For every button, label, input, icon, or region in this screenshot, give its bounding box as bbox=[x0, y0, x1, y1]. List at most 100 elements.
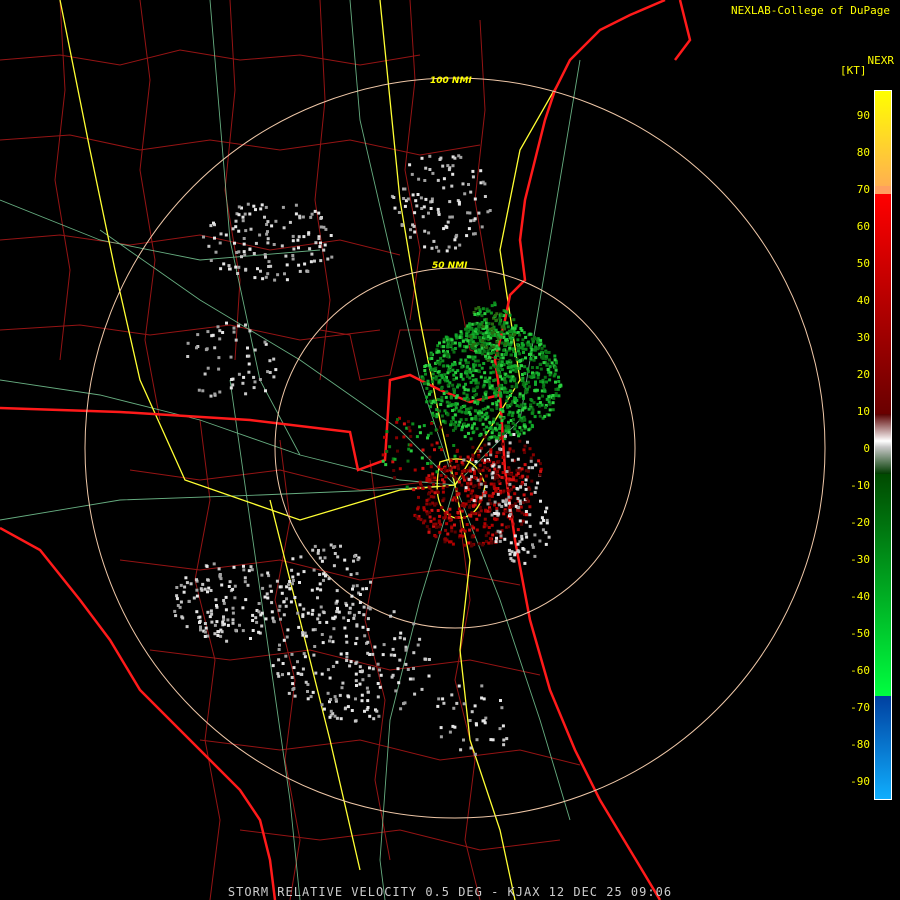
velocity-pixel bbox=[492, 420, 495, 424]
velocity-pixel bbox=[494, 488, 498, 492]
velocity-pixel bbox=[466, 494, 470, 498]
velocity-pixel bbox=[270, 224, 274, 228]
velocity-pixel bbox=[270, 601, 274, 605]
velocity-pixel bbox=[432, 522, 436, 526]
velocity-pixel bbox=[424, 166, 428, 170]
velocity-pixel bbox=[423, 369, 427, 372]
velocity-pixel bbox=[539, 469, 543, 473]
velocity-pixel bbox=[484, 431, 488, 435]
velocity-pixel bbox=[487, 442, 491, 446]
velocity-pixel bbox=[437, 465, 441, 469]
velocity-pixel bbox=[553, 354, 557, 358]
velocity-pixel bbox=[433, 476, 437, 480]
velocity-pixel bbox=[518, 392, 522, 396]
velocity-pixel bbox=[500, 523, 504, 527]
velocity-pixel bbox=[464, 489, 468, 493]
velocity-pixel bbox=[423, 179, 427, 182]
velocity-pixel bbox=[475, 738, 479, 742]
velocity-pixel bbox=[495, 451, 499, 455]
velocity-pixel bbox=[312, 568, 316, 572]
velocity-pixel bbox=[484, 390, 488, 394]
velocity-pixel bbox=[335, 610, 339, 614]
velocity-pixel bbox=[478, 434, 482, 437]
velocity-pixel bbox=[495, 403, 499, 407]
velocity-pixel bbox=[532, 358, 536, 362]
velocity-pixel bbox=[470, 338, 474, 342]
velocity-pixel bbox=[463, 435, 467, 439]
velocity-pixel bbox=[178, 605, 182, 609]
velocity-pixel bbox=[484, 509, 488, 513]
velocity-pixel bbox=[298, 269, 302, 273]
velocity-pixel bbox=[291, 557, 295, 561]
velocity-pixel bbox=[504, 434, 507, 438]
velocity-pixel bbox=[544, 542, 548, 546]
velocity-pixel bbox=[259, 207, 263, 211]
velocity-pixel bbox=[323, 556, 327, 560]
velocity-pixel bbox=[484, 491, 488, 495]
velocity-pixel bbox=[371, 652, 375, 656]
velocity-pixel bbox=[526, 440, 529, 444]
velocity-pixel bbox=[244, 598, 248, 602]
velocity-pixel bbox=[343, 558, 347, 562]
velocity-pixel bbox=[281, 662, 285, 665]
velocity-pixel bbox=[480, 684, 484, 688]
velocity-pixel bbox=[518, 439, 522, 443]
velocity-pixel bbox=[249, 227, 253, 231]
velocity-pixel bbox=[313, 645, 317, 648]
velocity-pixel bbox=[209, 224, 213, 228]
velocity-pixel bbox=[536, 373, 540, 377]
velocity-pixel bbox=[200, 588, 204, 592]
velocity-pixel bbox=[290, 652, 294, 656]
velocity-pixel bbox=[557, 394, 561, 398]
velocity-pixel bbox=[213, 632, 217, 636]
velocity-pixel bbox=[413, 692, 417, 696]
velocity-pixel bbox=[506, 403, 509, 407]
velocity-pixel bbox=[464, 382, 467, 386]
velocity-pixel bbox=[301, 667, 305, 671]
velocity-pixel bbox=[455, 450, 459, 453]
velocity-pixel bbox=[520, 428, 524, 432]
velocity-pixel bbox=[501, 499, 505, 503]
velocity-pixel bbox=[411, 193, 415, 197]
colorbar-tick: 20 bbox=[856, 368, 870, 381]
velocity-pixel bbox=[475, 386, 479, 390]
velocity-pixel bbox=[416, 507, 420, 511]
velocity-pixel bbox=[242, 568, 246, 572]
velocity-pixel bbox=[328, 639, 331, 643]
velocity-pixel bbox=[358, 593, 362, 596]
velocity-pixel bbox=[173, 609, 177, 613]
velocity-pixel bbox=[424, 197, 428, 201]
radar-map[interactable]: 100 NMI 50 NMI bbox=[0, 0, 900, 900]
velocity-pixel bbox=[205, 564, 209, 568]
velocity-pixel bbox=[476, 342, 480, 346]
velocity-pixel bbox=[465, 393, 469, 397]
velocity-pixel bbox=[257, 602, 261, 605]
velocity-pixel bbox=[233, 584, 237, 588]
velocity-pixel bbox=[249, 565, 253, 569]
velocity-pixel bbox=[414, 199, 418, 203]
velocity-pixel bbox=[226, 623, 230, 627]
velocity-pixel bbox=[310, 252, 314, 256]
velocity-pixel bbox=[430, 200, 434, 204]
velocity-pixel bbox=[349, 573, 353, 577]
velocity-pixel bbox=[507, 501, 511, 505]
velocity-pixel bbox=[506, 454, 510, 458]
velocity-pixel bbox=[179, 583, 183, 587]
velocity-pixel bbox=[254, 208, 257, 212]
velocity-pixel bbox=[180, 615, 184, 619]
velocity-pixel bbox=[201, 389, 205, 393]
velocity-pixel bbox=[427, 492, 430, 496]
velocity-pixel bbox=[471, 431, 475, 435]
velocity-pixel bbox=[468, 513, 472, 517]
velocity-pixel bbox=[266, 370, 270, 374]
velocity-pixel bbox=[456, 511, 460, 514]
velocity-pixel bbox=[510, 330, 514, 334]
velocity-pixel bbox=[198, 615, 202, 619]
velocity-pixel bbox=[244, 392, 248, 396]
velocity-pixel bbox=[460, 470, 464, 473]
colorbar-tick: 30 bbox=[856, 331, 870, 344]
velocity-pixel bbox=[428, 502, 432, 506]
velocity-pixel bbox=[247, 370, 251, 374]
velocity-pixel bbox=[422, 521, 425, 525]
velocity-pixel bbox=[381, 653, 385, 657]
